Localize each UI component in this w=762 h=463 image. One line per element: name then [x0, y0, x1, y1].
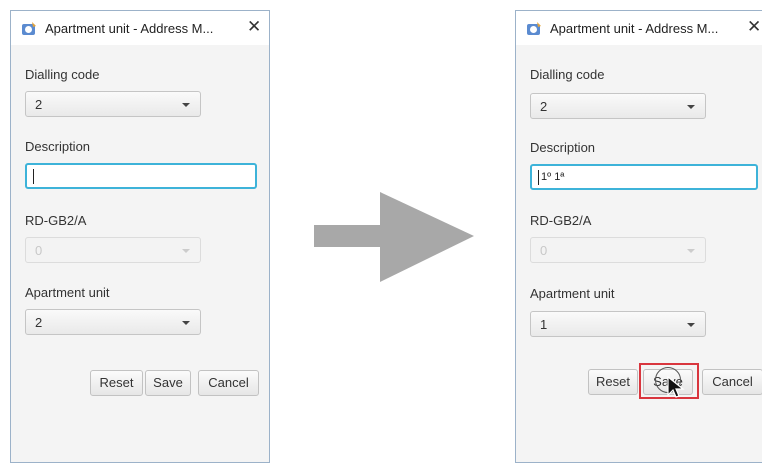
text-caret [33, 169, 34, 184]
text-caret [538, 170, 539, 185]
description-label: Description [530, 140, 596, 155]
apartment-unit-value: 2 [35, 315, 43, 330]
rd-label: RD-GB2/A [25, 213, 87, 228]
window-title: Apartment unit - Address M... [45, 21, 214, 36]
dialling-code-label: Dialling code [530, 67, 605, 82]
chevron-down-icon [182, 103, 190, 107]
dialling-code-label: Dialling code [25, 67, 100, 82]
description-input[interactable]: 1º 1ª [530, 164, 758, 190]
save-button[interactable]: Save [145, 370, 191, 396]
chevron-down-icon [182, 249, 190, 253]
apartment-unit-select[interactable]: 1 [530, 311, 706, 337]
dialog-before: Apartment unit - Address M... ✕ Dialling… [10, 10, 270, 463]
app-icon [527, 22, 541, 35]
reset-button[interactable]: Reset [90, 370, 143, 396]
dialling-code-select[interactable]: 2 [530, 93, 706, 119]
rd-label: RD-GB2/A [530, 213, 592, 228]
cancel-button[interactable]: Cancel [702, 369, 762, 395]
dialling-code-value: 2 [35, 97, 43, 112]
title-bar: Apartment unit - Address M... ✕ [516, 11, 762, 45]
chevron-down-icon [687, 323, 695, 327]
chevron-down-icon [687, 105, 695, 109]
dialling-code-select[interactable]: 2 [25, 91, 201, 117]
window-title: Apartment unit - Address M... [550, 21, 719, 36]
title-bar: Apartment unit - Address M... ✕ [11, 11, 269, 45]
apartment-unit-label: Apartment unit [530, 286, 615, 301]
rd-value: 0 [540, 243, 548, 258]
chevron-down-icon [182, 321, 190, 325]
description-label: Description [25, 139, 91, 154]
app-icon [22, 22, 36, 35]
description-input[interactable] [25, 163, 257, 189]
mouse-pointer-icon [667, 375, 685, 398]
apartment-unit-select[interactable]: 2 [25, 309, 201, 335]
reset-button[interactable]: Reset [588, 369, 638, 395]
rd-select: 0 [530, 237, 706, 263]
dialog-after: Apartment unit - Address M... ✕ Dialling… [515, 10, 762, 463]
close-icon[interactable]: ✕ [747, 17, 761, 37]
description-value: 1º 1ª [541, 171, 565, 183]
rd-select: 0 [25, 237, 201, 263]
rd-value: 0 [35, 243, 43, 258]
transition-arrow-icon [314, 192, 474, 282]
close-icon[interactable]: ✕ [247, 17, 261, 37]
chevron-down-icon [687, 249, 695, 253]
dialling-code-value: 2 [540, 99, 548, 114]
apartment-unit-label: Apartment unit [25, 285, 110, 300]
apartment-unit-value: 1 [540, 317, 548, 332]
cancel-button[interactable]: Cancel [198, 370, 259, 396]
